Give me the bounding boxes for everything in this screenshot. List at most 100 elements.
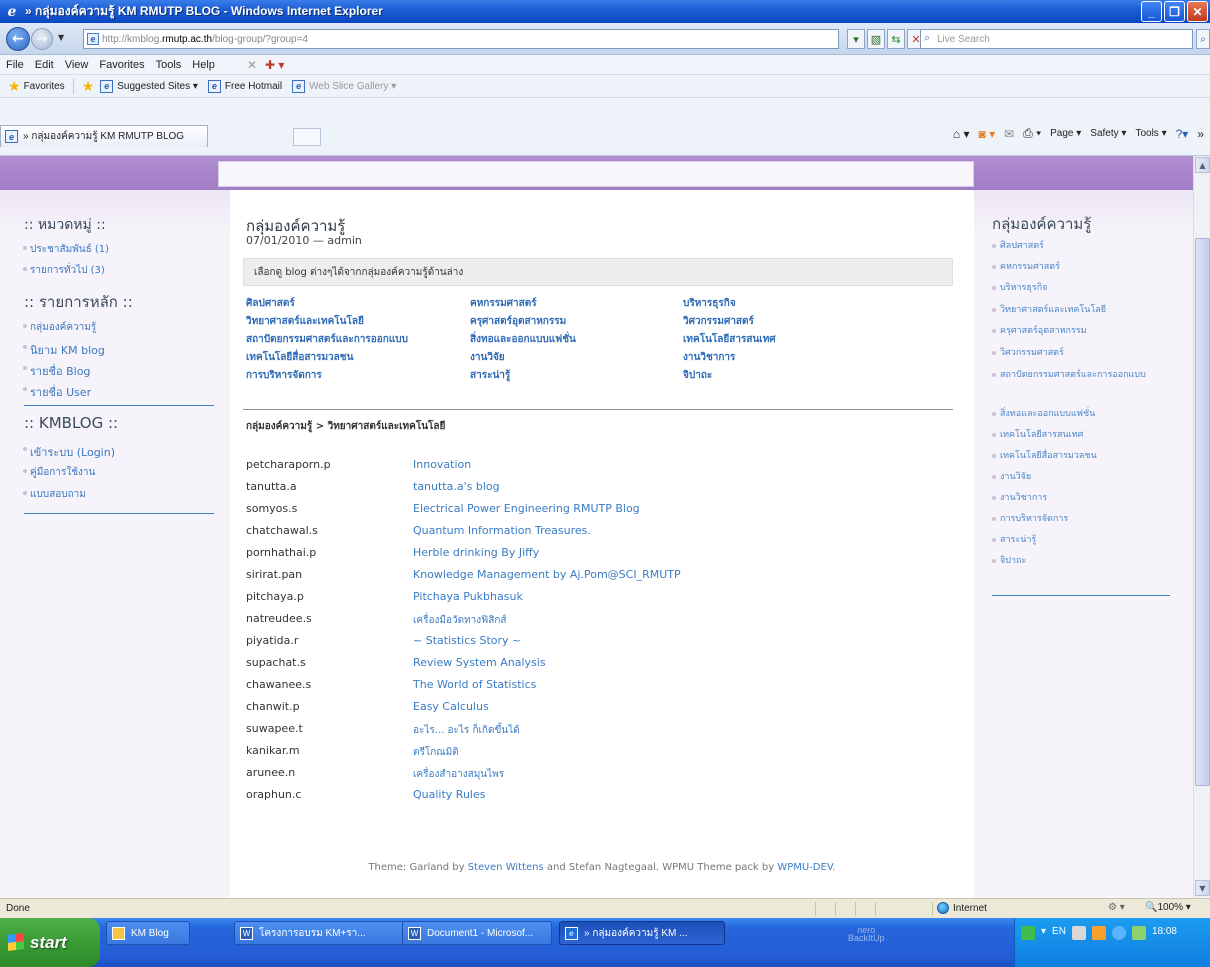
scroll-down-icon[interactable]: ▼ xyxy=(1195,880,1210,896)
blog-link[interactable]: Herble drinking By Jiffy xyxy=(413,546,539,559)
blog-link[interactable]: เครื่องมือวัดทางฟิสิกส์ xyxy=(413,613,507,628)
right-item[interactable]: เทคโนโลยีสื่อสารมวลชน xyxy=(992,448,1182,465)
safety-menu[interactable]: Safety ▾ xyxy=(1090,128,1126,139)
blog-link[interactable]: Innovation xyxy=(413,458,471,471)
menu-tools[interactable]: Tools xyxy=(156,59,182,71)
back-button[interactable]: ← xyxy=(6,27,30,51)
sidebar-item-cat-pr[interactable]: ประชาสัมพันธ์ (1) xyxy=(22,242,109,257)
right-item[interactable]: งานวิชาการ xyxy=(992,490,1182,507)
blog-link[interactable]: อะไร... อะไร ก็เกิดขึ้นได้ xyxy=(413,723,520,738)
read-mail-icon[interactable]: ✉ xyxy=(1004,127,1014,141)
menu-help[interactable]: Help xyxy=(192,59,215,71)
taskbar-item-word2[interactable]: W Document1 - Microsof... xyxy=(402,921,552,945)
category-link[interactable]: เทคโนโลยีสารสนเทศ xyxy=(683,332,776,347)
right-item[interactable]: วิศวกรรมศาสตร์ xyxy=(992,345,1182,362)
right-item[interactable]: การบริหารจัดการ xyxy=(992,511,1182,528)
refresh-icon[interactable]: ⇆ xyxy=(887,29,905,49)
sidebar-item-login[interactable]: เข้าระบบ (Login) xyxy=(23,443,115,461)
menu-view[interactable]: View xyxy=(65,59,89,71)
minimize-button[interactable]: _ xyxy=(1141,1,1162,22)
fav-suggested-sites[interactable]: e Suggested Sites ▾ xyxy=(100,79,198,93)
protected-mode-icon[interactable]: ⚙ ▾ xyxy=(1108,902,1125,913)
blog-link[interactable]: Electrical Power Engineering RMUTP Blog xyxy=(413,502,640,515)
sidebar-item-define[interactable]: นิยาม KM blog xyxy=(23,341,105,359)
tab-current[interactable]: e » กลุ่มองค์ความรู้ KM RMUTP BLOG xyxy=(0,125,208,147)
category-link[interactable]: บริหารธุรกิจ xyxy=(683,296,736,311)
addon-icon[interactable]: ✚ ▾ xyxy=(265,58,284,72)
category-link[interactable]: ครุศาสตร์อุตสาหกรรม xyxy=(470,314,566,329)
sidebar-item-cat-general[interactable]: รายการทั่วไป (3) xyxy=(23,263,105,278)
history-dropdown-icon[interactable]: ▼ xyxy=(58,33,64,42)
print-icon[interactable]: ⎙ ▾ xyxy=(1023,126,1041,141)
fav-free-hotmail[interactable]: e Free Hotmail xyxy=(207,79,282,93)
forward-button[interactable]: → xyxy=(31,28,53,50)
right-item[interactable]: คหกรรมศาสตร์ xyxy=(992,259,1182,276)
favorites-button[interactable]: Favorites xyxy=(24,81,65,92)
right-item[interactable]: สิ่งทอและออกแบบแฟชั่น xyxy=(992,406,1182,423)
menu-favorites[interactable]: Favorites xyxy=(99,59,144,71)
blog-link[interactable]: Knowledge Management by Aj.Pom@SCI_RMUTP xyxy=(413,568,681,581)
search-input[interactable]: ⌕ Live Search xyxy=(920,29,1193,49)
category-link[interactable]: สิ่งทอและออกแบบแฟชั่น xyxy=(470,332,576,347)
menu-edit[interactable]: Edit xyxy=(35,59,54,71)
right-item[interactable]: งานวิจัย xyxy=(992,469,1182,486)
category-link[interactable]: วิศวกรรมศาสตร์ xyxy=(683,314,754,329)
sidebar-item-userlist[interactable]: รายชื่อ User xyxy=(22,383,91,401)
vertical-scrollbar[interactable]: ▲ ▼ xyxy=(1193,156,1210,898)
right-item[interactable]: ครุศาสตร์อุตสาหกรรม xyxy=(992,323,1182,340)
category-link[interactable]: เทคโนโลยีสื่อสารมวลชน xyxy=(246,350,353,365)
blog-link[interactable]: Easy Calculus xyxy=(413,700,489,713)
right-item[interactable]: ศิลปศาสตร์ xyxy=(992,238,1182,255)
blog-link[interactable]: ตรีโกณมิติ xyxy=(413,745,459,760)
url-input[interactable]: e http://kmblog. rmutp.ac.th/blog-group/?… xyxy=(83,29,839,49)
security-tray-icon[interactable] xyxy=(1131,926,1146,940)
right-item[interactable]: บริหารธุรกิจ xyxy=(992,280,1182,297)
footer-link-steven[interactable]: Steven Wittens xyxy=(468,862,544,873)
maximize-button[interactable]: ❐ xyxy=(1164,1,1185,22)
search-go-button[interactable]: ⌕ xyxy=(1196,29,1210,49)
home-icon[interactable]: ⌂ ▾ xyxy=(953,127,970,141)
start-button[interactable]: start xyxy=(0,918,100,967)
taskbar-item-word1[interactable]: W โครงการอบรม KM+รา... xyxy=(234,921,408,945)
category-link[interactable]: งานวิจัย xyxy=(470,350,505,365)
sidebar-item-kgroup[interactable]: กลุ่มองค์ความรู้ xyxy=(22,320,96,335)
page-menu[interactable]: Page ▾ xyxy=(1050,128,1081,139)
rss-icon[interactable]: ◙ ▾ xyxy=(978,127,995,141)
category-link[interactable]: สาระน่ารู้ xyxy=(470,368,510,383)
close-toolbar-icon[interactable]: ✕ xyxy=(247,58,257,72)
blog-link[interactable]: Pitchaya Pukbhasuk xyxy=(413,590,523,603)
chevron-more-icon[interactable]: » xyxy=(1197,127,1204,141)
compatibility-icon[interactable]: ▧ xyxy=(867,29,885,49)
blog-link[interactable]: The World of Statistics xyxy=(413,678,536,691)
add-favorite-icon[interactable]: ★ xyxy=(82,78,95,95)
scroll-up-icon[interactable]: ▲ xyxy=(1195,157,1210,173)
close-button[interactable]: ✕ xyxy=(1187,1,1208,22)
blog-link[interactable]: Review System Analysis xyxy=(413,656,546,669)
blog-link[interactable]: เครื่องสำอางสมุนไพร xyxy=(413,767,504,782)
tools-menu[interactable]: Tools ▾ xyxy=(1135,128,1166,139)
category-link[interactable]: วิทยาศาสตร์และเทคโนโลยี xyxy=(246,314,364,329)
help-tray-icon[interactable] xyxy=(1071,926,1086,940)
right-item[interactable]: วิทยาศาสตร์และเทคโนโลยี xyxy=(992,302,1182,319)
category-link[interactable]: ศิลปศาสตร์ xyxy=(246,296,295,311)
right-item[interactable]: เทคโนโลยีสารสนเทศ xyxy=(992,427,1182,444)
blog-link[interactable]: ~ Statistics Story ~ xyxy=(413,634,521,647)
network-icon[interactable] xyxy=(1021,926,1035,940)
tray-more-icon[interactable]: ▾ xyxy=(1041,926,1046,937)
sidebar-item-survey[interactable]: แบบสอบถาม xyxy=(23,487,86,502)
zoom-level[interactable]: 🔍100% ▾ xyxy=(1145,902,1191,913)
right-item[interactable]: สถาปัตยกรรมศาสตร์และการออกแบบ xyxy=(992,367,1182,384)
right-item[interactable]: สาระน่ารู้ xyxy=(992,532,1182,549)
scroll-thumb[interactable] xyxy=(1195,238,1210,786)
category-link[interactable]: การบริหารจัดการ xyxy=(246,368,322,383)
help-icon[interactable]: ?▾ xyxy=(1176,127,1189,141)
category-link[interactable]: คหกรรมศาสตร์ xyxy=(470,296,537,311)
taskbar-item-kmblog[interactable]: KM Blog xyxy=(106,921,190,945)
url-dropdown-icon[interactable]: ▾ xyxy=(847,29,865,49)
blog-link[interactable]: tanutta.a's blog xyxy=(413,480,500,493)
new-tab-button[interactable] xyxy=(293,128,321,146)
footer-link-wpmudev[interactable]: WPMU-DEV xyxy=(777,862,832,873)
right-item[interactable]: จิปาถะ xyxy=(992,553,1182,570)
sidebar-item-manual[interactable]: คู่มือการใช้งาน xyxy=(22,465,95,480)
blog-link[interactable]: Quality Rules xyxy=(413,788,485,801)
